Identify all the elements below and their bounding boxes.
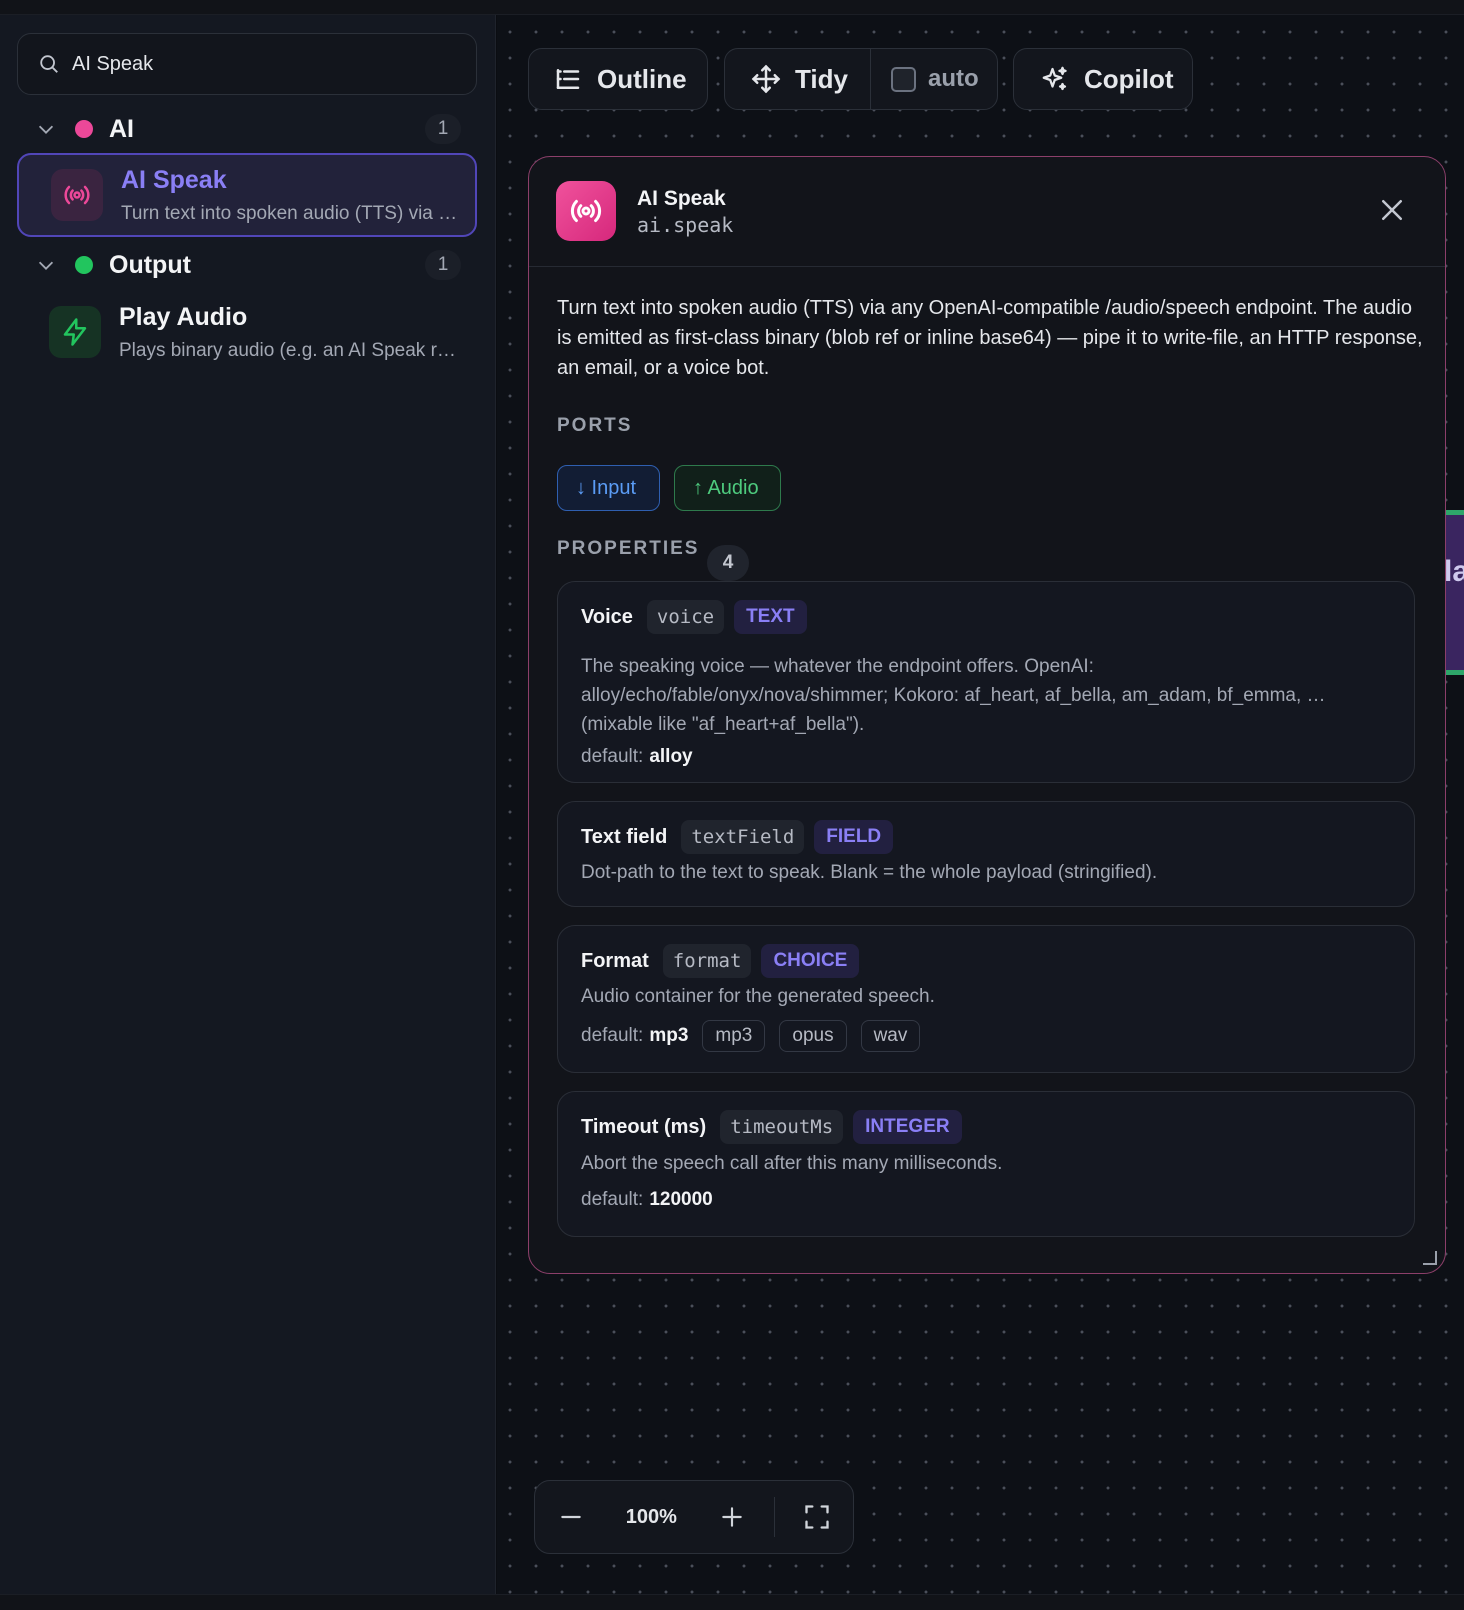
copilot-label: Copilot xyxy=(1084,63,1174,94)
property-key: timeoutMs xyxy=(720,1110,844,1144)
property-description: The speaking voice — whatever the endpoi… xyxy=(581,656,1326,735)
search-input[interactable] xyxy=(72,52,432,76)
fullscreen-icon xyxy=(805,1505,829,1529)
default-label: default: xyxy=(581,1025,644,1046)
group-header-ai[interactable]: AI 1 xyxy=(17,107,477,151)
close-icon[interactable] xyxy=(1377,195,1407,225)
default-value: alloy xyxy=(649,746,693,767)
node-description: Turn text into spoken audio (TTS) via an… xyxy=(557,297,1423,379)
outline-button[interactable]: Outline xyxy=(528,48,708,110)
panel-header: AI Speak ai.speak xyxy=(529,157,1445,267)
group-color-dot xyxy=(75,256,93,274)
tidy-group: Tidy auto xyxy=(724,48,998,110)
group-count-badge: 1 xyxy=(425,114,461,144)
properties-count-badge: 4 xyxy=(707,545,749,581)
chevron-down-icon[interactable] xyxy=(35,118,57,140)
property-default: default: mp3 mp3 opus wav xyxy=(581,1020,921,1052)
zoom-controls: 100% xyxy=(534,1480,854,1554)
plus-icon xyxy=(721,1507,742,1527)
item-description: Plays binary audio (e.g. an AI Speak res… xyxy=(119,339,459,361)
sidebar-item-play-audio[interactable]: Play Audio Plays binary audio (e.g. an A… xyxy=(17,290,477,374)
default-value: mp3 xyxy=(649,1025,689,1046)
tidy-button[interactable]: Tidy xyxy=(725,64,870,95)
group-color-dot xyxy=(75,120,93,138)
property-description: Audio container for the generated speech… xyxy=(581,986,935,1007)
move-icon xyxy=(751,64,781,94)
property-default: default: 120000 xyxy=(581,1189,713,1211)
property-card-textfield: Text field textField FIELD Dot-path to t… xyxy=(557,801,1415,907)
search-icon xyxy=(40,55,58,73)
chevron-down-icon[interactable] xyxy=(35,254,57,276)
property-type-badge: TEXT xyxy=(734,600,807,634)
property-card-voice: Voice voice TEXT The speaking voice — wh… xyxy=(557,581,1415,783)
fit-view-button[interactable] xyxy=(781,1480,853,1554)
properties-heading: PROPERTIES xyxy=(557,538,700,559)
group-count-badge: 1 xyxy=(425,250,461,280)
group-name: Output xyxy=(109,250,191,279)
choice-option-chip[interactable]: wav xyxy=(860,1020,921,1052)
property-default: default: alloy xyxy=(581,746,693,768)
property-key: format xyxy=(662,944,752,978)
group-name: AI xyxy=(109,114,134,143)
property-name: Voice xyxy=(581,605,633,628)
zoom-in-button[interactable] xyxy=(695,1480,767,1554)
property-type-badge: FIELD xyxy=(814,820,894,854)
node-type-id: ai.speak xyxy=(637,213,734,237)
group-header-output[interactable]: Output 1 xyxy=(17,243,477,287)
outline-label: Outline xyxy=(597,63,687,94)
default-label: default: xyxy=(581,746,644,767)
sidebar-item-ai-speak[interactable]: AI Speak Turn text into spoken audio (TT… xyxy=(17,153,477,237)
ports-heading: PORTS xyxy=(557,415,633,436)
node-library-sidebar: AI 1 AI Speak Turn text into spoken audi… xyxy=(0,15,496,1594)
zoom-out-button[interactable] xyxy=(535,1480,607,1554)
broadcast-icon xyxy=(51,169,103,221)
sparkles-icon xyxy=(1042,66,1067,91)
default-label: default: xyxy=(581,1189,644,1210)
broadcast-icon xyxy=(556,181,616,241)
auto-toggle[interactable]: auto xyxy=(871,65,979,93)
property-name: Format xyxy=(581,949,649,972)
property-key: textField xyxy=(681,820,805,854)
property-name: Text field xyxy=(581,825,668,848)
property-key: voice xyxy=(646,600,725,634)
node-inspector-panel: AI Speak ai.speak Turn text into spoken … xyxy=(528,156,1446,1274)
tidy-label: Tidy xyxy=(795,63,848,94)
zoom-level: 100% xyxy=(625,1505,677,1528)
window-top-bar xyxy=(0,0,1464,15)
search-box[interactable] xyxy=(17,33,477,95)
property-type-badge: INTEGER xyxy=(853,1110,962,1144)
window-bottom-bar xyxy=(0,1594,1464,1610)
zoom-divider xyxy=(773,1497,775,1537)
property-description: Abort the speech call after this many mi… xyxy=(581,1153,1003,1174)
property-name: Timeout (ms) xyxy=(581,1115,707,1138)
panel-title: AI Speak xyxy=(637,187,726,210)
output-port-chip[interactable]: ↑ Audio xyxy=(674,465,781,511)
item-title: AI Speak xyxy=(121,165,227,194)
choice-option-chip[interactable]: opus xyxy=(779,1020,847,1052)
node-label: la xyxy=(1444,555,1464,588)
item-title: Play Audio xyxy=(119,302,248,331)
property-card-timeout: Timeout (ms) timeoutMs INTEGER Abort the… xyxy=(557,1091,1415,1237)
resize-handle-icon[interactable] xyxy=(1421,1249,1437,1265)
property-type-badge: CHOICE xyxy=(761,944,860,978)
bolt-icon xyxy=(49,306,101,358)
auto-label: auto xyxy=(928,65,979,92)
minus-icon xyxy=(561,1515,581,1519)
copilot-button[interactable]: Copilot xyxy=(1013,48,1193,110)
item-description: Turn text into spoken audio (TTS) via an… xyxy=(121,202,461,224)
choice-option-chip[interactable]: mp3 xyxy=(702,1020,766,1052)
default-value: 120000 xyxy=(649,1189,713,1210)
outline-icon xyxy=(556,69,580,89)
property-card-format: Format format CHOICE Audio container for… xyxy=(557,925,1415,1073)
input-port-chip[interactable]: ↓ Input xyxy=(557,465,660,511)
property-description: Dot-path to the text to speak. Blank = t… xyxy=(581,862,1158,883)
auto-checkbox[interactable] xyxy=(891,66,916,92)
